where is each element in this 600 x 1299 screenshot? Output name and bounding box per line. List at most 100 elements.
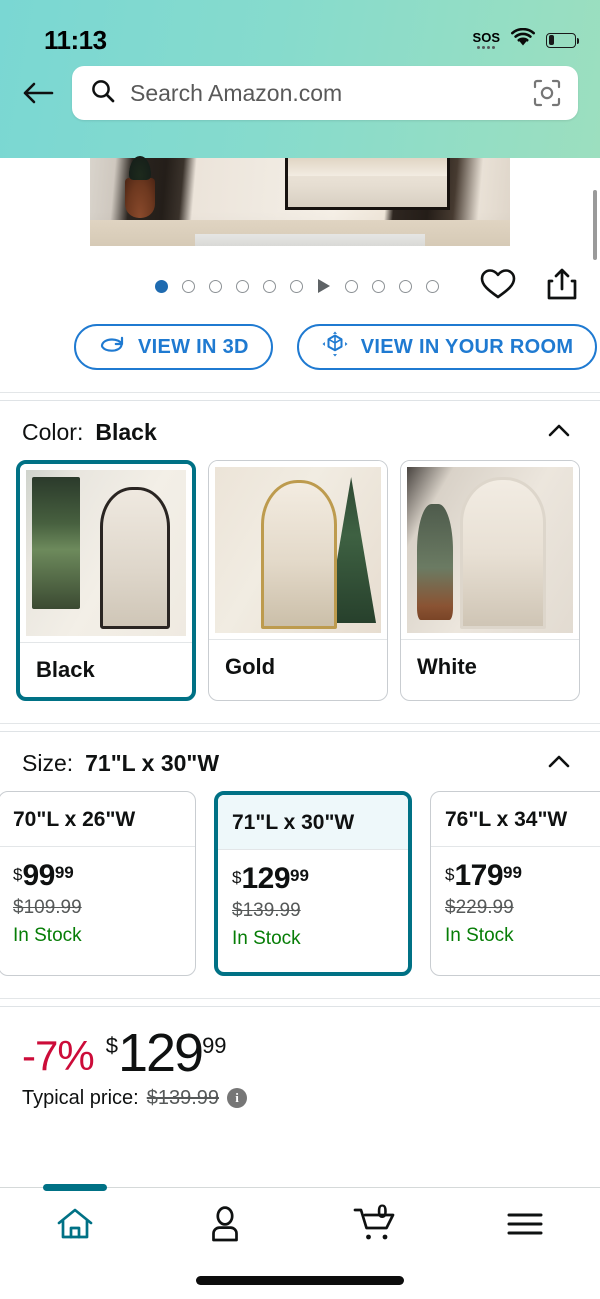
color-swatch-black[interactable]: Black [16,460,196,701]
size-option-card[interactable]: 76"L x 34"W $ 179 99 $229.99 In Stock [430,791,600,976]
gallery-dots[interactable] [155,279,439,293]
search-row: Search Amazon.com [0,58,600,120]
app-header: 11:13 SOS Search Amazon.com [0,0,600,158]
nav-item-cart[interactable]: 0 [300,1188,450,1264]
color-swatch-image-box [20,464,192,642]
product-hero-image[interactable] [90,156,510,246]
bottom-navigation-bar: 0 [0,1184,600,1299]
color-swatch-label: Gold [225,654,276,679]
section-divider [0,998,600,1007]
typical-price-value: $139.99 [146,1086,220,1109]
status-time: 11:13 [44,24,107,55]
gallery-dot[interactable] [345,279,358,293]
play-video-icon[interactable] [318,279,330,293]
rotate-3d-icon [98,333,126,361]
gallery-dot[interactable] [290,279,303,293]
price-block: -7% $ 129 99 Typical price: $139.99 i [0,1007,600,1110]
view-in-your-room-label: VIEW IN YOUR ROOM [360,335,574,358]
sos-label: SOS [472,30,500,45]
page-scrollbar[interactable] [593,190,597,260]
price-currency: $ [445,865,455,884]
heart-icon[interactable] [480,268,516,305]
cart-badge: 0 [377,1202,388,1223]
price-whole: 179 [454,859,504,892]
hero-mirror-reflection [285,158,450,210]
back-button[interactable] [18,73,58,113]
color-swatch-row[interactable]: Black Gold White [0,460,600,723]
amazon-product-page: 11:13 SOS Search Amazon.com VIEW IN 3D V… [0,0,600,1299]
back-arrow-icon [23,82,54,104]
gallery-dot[interactable] [209,279,222,293]
size-option-card[interactable]: 70"L x 26"W $ 99 99 $109.99 In Stock [0,791,196,976]
color-selected-value: Black [95,419,157,445]
color-swatch-image-box [401,461,579,639]
current-price: -7% $ 129 99 [22,1023,600,1083]
size-option-price: $ 129 99 [232,864,408,894]
cart-icon [352,1204,398,1249]
size-option-list-price: $109.99 [13,897,82,918]
hamburger-menu-icon [506,1209,544,1244]
gallery-dot[interactable] [155,279,168,293]
gallery-dot[interactable] [399,279,412,293]
size-option-availability: In Stock [445,925,514,946]
size-option-body: $ 179 99 $229.99 In Stock [431,847,600,947]
gallery-dot[interactable] [426,279,439,293]
gallery-dot[interactable] [372,279,385,293]
price-fraction-main: 99 [202,1033,227,1058]
size-option-availability: In Stock [232,928,301,949]
color-swatch-image [26,470,186,636]
product-image-gallery[interactable] [0,156,600,260]
size-collapse-button[interactable] [546,749,572,775]
color-swatch-label: Black [36,657,95,682]
status-bar: 11:13 SOS [0,0,600,58]
color-swatch-white[interactable]: White [400,460,580,701]
search-icon [90,78,116,109]
nav-item-home[interactable] [0,1184,150,1264]
color-section-header: Color: Black [0,401,600,460]
status-indicators: SOS [472,27,580,52]
price-currency: $ [13,865,23,884]
color-swatch-label: White [417,654,477,679]
price-whole: 129 [241,862,291,895]
gallery-actions [480,256,578,316]
size-label: Size: [22,750,74,776]
size-option-row[interactable]: 70"L x 26"W $ 99 99 $109.99 In Stock 71"… [0,791,600,998]
gallery-dot[interactable] [182,279,195,293]
view-in-3d-button[interactable]: VIEW IN 3D [74,324,273,370]
price-fraction: 99 [290,866,309,885]
view-in-your-room-button[interactable]: VIEW IN YOUR ROOM [296,324,598,370]
size-option-body: $ 129 99 $139.99 In Stock [218,850,408,950]
view-in-3d-label: VIEW IN 3D [138,335,249,358]
info-icon[interactable]: i [227,1088,248,1109]
size-section-header: Size: 71"L x 30"W [0,732,600,791]
typical-price-row: Typical price: $139.99 i [22,1087,600,1110]
color-swatch-gold[interactable]: Gold [208,460,388,701]
search-bar[interactable]: Search Amazon.com [72,66,578,120]
size-option-body: $ 99 99 $109.99 In Stock [0,847,195,947]
color-collapse-button[interactable] [546,418,572,444]
discount-percent: -7% [22,1032,95,1079]
gallery-pagination-row [0,256,600,316]
nav-item-account[interactable] [150,1188,300,1264]
size-option-price: $ 99 99 [13,861,195,891]
camera-scan-icon[interactable] [532,78,562,108]
size-selected-value: 71"L x 30"W [85,750,220,776]
gallery-dot[interactable] [263,279,276,293]
size-option-title: 76"L x 34"W [445,808,568,831]
home-icon [54,1204,96,1249]
person-icon [205,1204,245,1249]
share-icon[interactable] [546,267,578,306]
ar-cube-icon [321,330,349,364]
section-divider [0,392,600,401]
size-option-title: 71"L x 30"W [218,795,408,849]
gallery-dot[interactable] [236,279,249,293]
price-whole-main: 129 [117,1023,204,1083]
wifi-icon [510,27,536,52]
nav-item-menu[interactable] [450,1188,600,1264]
size-option-title: 70"L x 26"W [13,808,136,831]
price-whole: 99 [22,859,55,892]
price-currency: $ [232,868,242,887]
color-label: Color: [22,419,84,445]
size-option-card[interactable]: 71"L x 30"W $ 129 99 $139.99 In Stock [214,791,412,976]
search-input[interactable]: Search Amazon.com [130,80,518,107]
